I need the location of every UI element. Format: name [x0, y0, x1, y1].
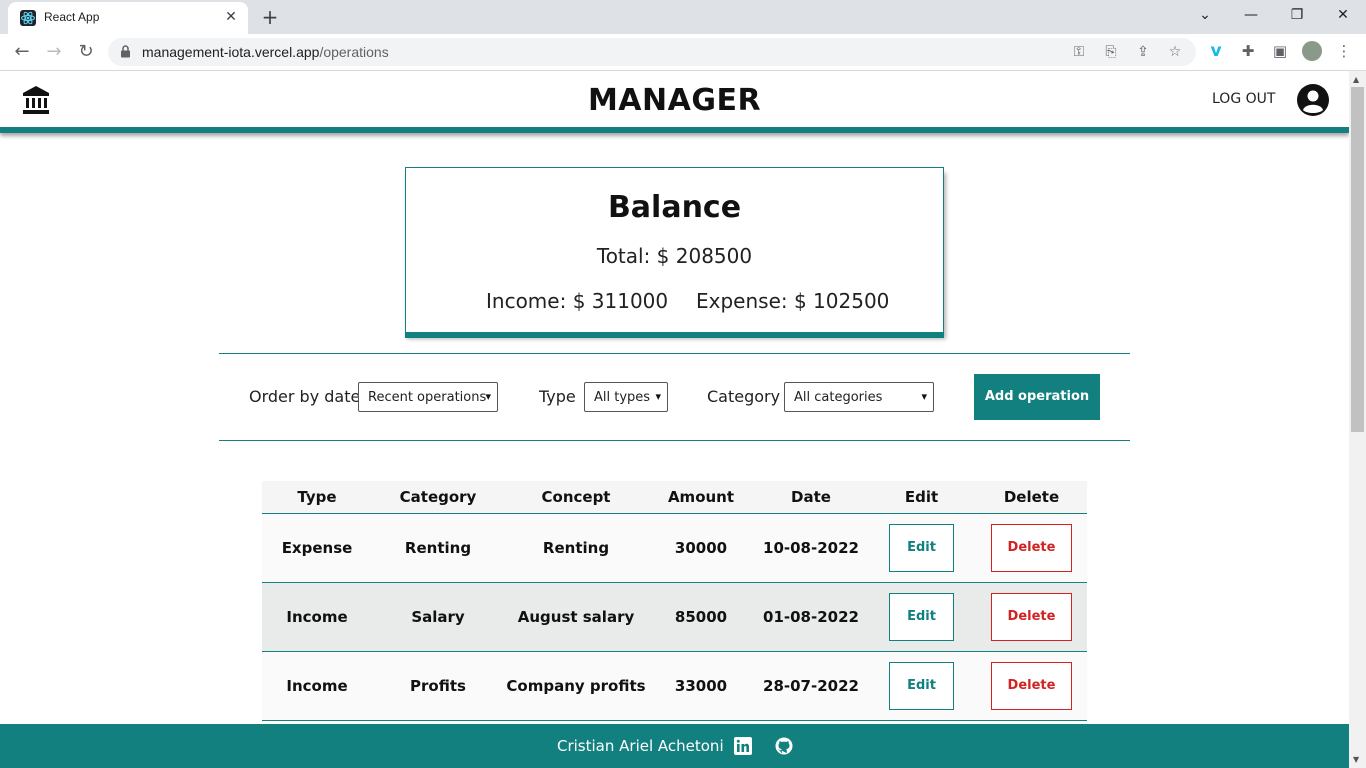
delete-button[interactable]: Delete [991, 662, 1072, 710]
add-operation-button[interactable]: Add operation [974, 374, 1100, 420]
delete-button[interactable]: Delete [991, 524, 1072, 572]
filters-bottom-divider [219, 440, 1130, 441]
page-scrollbar[interactable]: ▲ ▼ [1349, 71, 1366, 768]
scroll-thumb[interactable] [1351, 87, 1364, 432]
category-value: All categories [794, 390, 883, 405]
chevron-down-icon: ▾ [921, 390, 927, 403]
cell-type: Expense [281, 539, 353, 557]
forward-icon[interactable]: → [42, 41, 66, 63]
vimeo-extension-icon[interactable]: v [1206, 41, 1226, 61]
restore-icon[interactable]: ❐ [1282, 4, 1312, 26]
url-domain: management-iota.vercel.app [142, 44, 320, 60]
reload-icon[interactable]: ↻ [74, 41, 98, 63]
url-path: /operations [319, 44, 389, 60]
scroll-up-icon[interactable]: ▲ [1353, 75, 1359, 84]
balance-expense: Expense: $ 102500 [696, 289, 890, 313]
cell-date: 01-08-2022 [763, 608, 859, 626]
type-label: Type [539, 387, 576, 406]
cell-amount: 33000 [674, 677, 728, 695]
cell-category: Profits [410, 677, 466, 695]
order-by-date-label: Order by date [249, 387, 361, 406]
order-by-date-value: Recent operations [368, 390, 487, 405]
minimize-icon[interactable]: — [1236, 4, 1266, 26]
header-type: Type [297, 488, 337, 506]
header-concept: Concept [541, 488, 611, 506]
share-icon[interactable]: ⇪ [1134, 43, 1152, 61]
category-label: Category [707, 387, 781, 406]
cell-concept: Company profits [506, 677, 646, 695]
browser-tab[interactable]: React App ✕ [8, 2, 248, 34]
app-footer: Cristian Ariel Achetoni [0, 724, 1349, 768]
header-category: Category [399, 488, 477, 506]
balance-income: Income: $ 311000 [486, 289, 669, 313]
cell-amount: 30000 [674, 539, 728, 557]
table-row: Expense Renting Renting 30000 10-08-2022… [262, 514, 1087, 583]
browser-toolbar: ← → ↻ management-iota.vercel.app/operati… [0, 34, 1366, 71]
tab-search-icon[interactable]: ⌄ [1190, 4, 1220, 26]
react-favicon-icon [20, 10, 36, 26]
header-edit: Edit [904, 488, 939, 506]
logout-link[interactable]: LOG OUT [1212, 91, 1275, 107]
app-title: MANAGER [587, 83, 762, 118]
table-row: Income Salary August salary 85000 01-08-… [262, 583, 1087, 652]
scroll-down-icon[interactable]: ▼ [1353, 755, 1359, 764]
back-icon[interactable]: ← [10, 41, 34, 63]
chevron-down-icon: ▾ [655, 390, 661, 403]
header-delete: Delete [1003, 488, 1060, 506]
header-amount: Amount [667, 488, 735, 506]
order-by-date-select[interactable]: Recent operations ▾ [358, 382, 498, 412]
balance-total: Total: $ 208500 [596, 244, 753, 268]
tab-close-icon[interactable]: ✕ [222, 8, 240, 26]
new-tab-button[interactable]: + [258, 6, 282, 28]
edit-button[interactable]: Edit [889, 593, 954, 641]
table-row: Income Profits Company profits 33000 28-… [262, 652, 1087, 721]
balance-title: Balance [607, 190, 742, 225]
filters-top-divider [219, 353, 1130, 354]
extensions-puzzle-icon[interactable]: ✚ [1238, 41, 1258, 61]
bookmark-star-icon[interactable]: ☆ [1166, 43, 1184, 61]
footer-author: Cristian Ariel Achetoni [557, 737, 724, 755]
cell-category: Salary [411, 608, 465, 626]
edit-button[interactable]: Edit [889, 662, 954, 710]
address-bar[interactable]: management-iota.vercel.app/operations ⚿ … [108, 38, 1196, 66]
app-header: MANAGER LOG OUT [0, 71, 1349, 133]
cell-amount: 85000 [674, 608, 728, 626]
user-account-icon[interactable] [1297, 84, 1329, 116]
cell-concept: Renting [542, 539, 610, 557]
edit-button[interactable]: Edit [889, 524, 954, 572]
profile-avatar[interactable] [1302, 41, 1322, 61]
cell-category: Renting [404, 539, 472, 557]
key-icon[interactable]: ⚿ [1070, 43, 1088, 61]
url-text: management-iota.vercel.app/operations [142, 44, 389, 60]
translate-icon[interactable]: ⎘ [1102, 43, 1120, 61]
type-value: All types [594, 390, 651, 405]
cell-concept: August salary [517, 608, 635, 626]
side-panel-icon[interactable]: ▣ [1270, 41, 1290, 61]
cell-date: 10-08-2022 [763, 539, 859, 557]
tab-title: React App [44, 10, 100, 24]
delete-button[interactable]: Delete [991, 593, 1072, 641]
linkedin-icon[interactable] [734, 737, 752, 755]
browser-tabstrip: React App ✕ + ⌄ — ❐ ✕ [0, 0, 1366, 34]
lock-icon [121, 45, 130, 58]
menu-kebab-icon[interactable]: ⋮ [1334, 41, 1354, 61]
github-icon[interactable] [775, 737, 793, 755]
header-date: Date [791, 488, 831, 506]
chevron-down-icon: ▾ [485, 390, 491, 403]
close-window-icon[interactable]: ✕ [1328, 4, 1358, 26]
category-select[interactable]: All categories ▾ [784, 382, 934, 412]
cell-type: Income [286, 608, 348, 626]
balance-card: Balance Total: $ 208500 Income: $ 311000… [405, 167, 944, 333]
operations-table: Type Category Concept Amount Date Edit D… [262, 481, 1087, 721]
type-select[interactable]: All types ▾ [584, 382, 668, 412]
cell-date: 28-07-2022 [763, 677, 859, 695]
table-header: Type Category Concept Amount Date Edit D… [262, 481, 1087, 514]
cell-type: Income [286, 677, 348, 695]
